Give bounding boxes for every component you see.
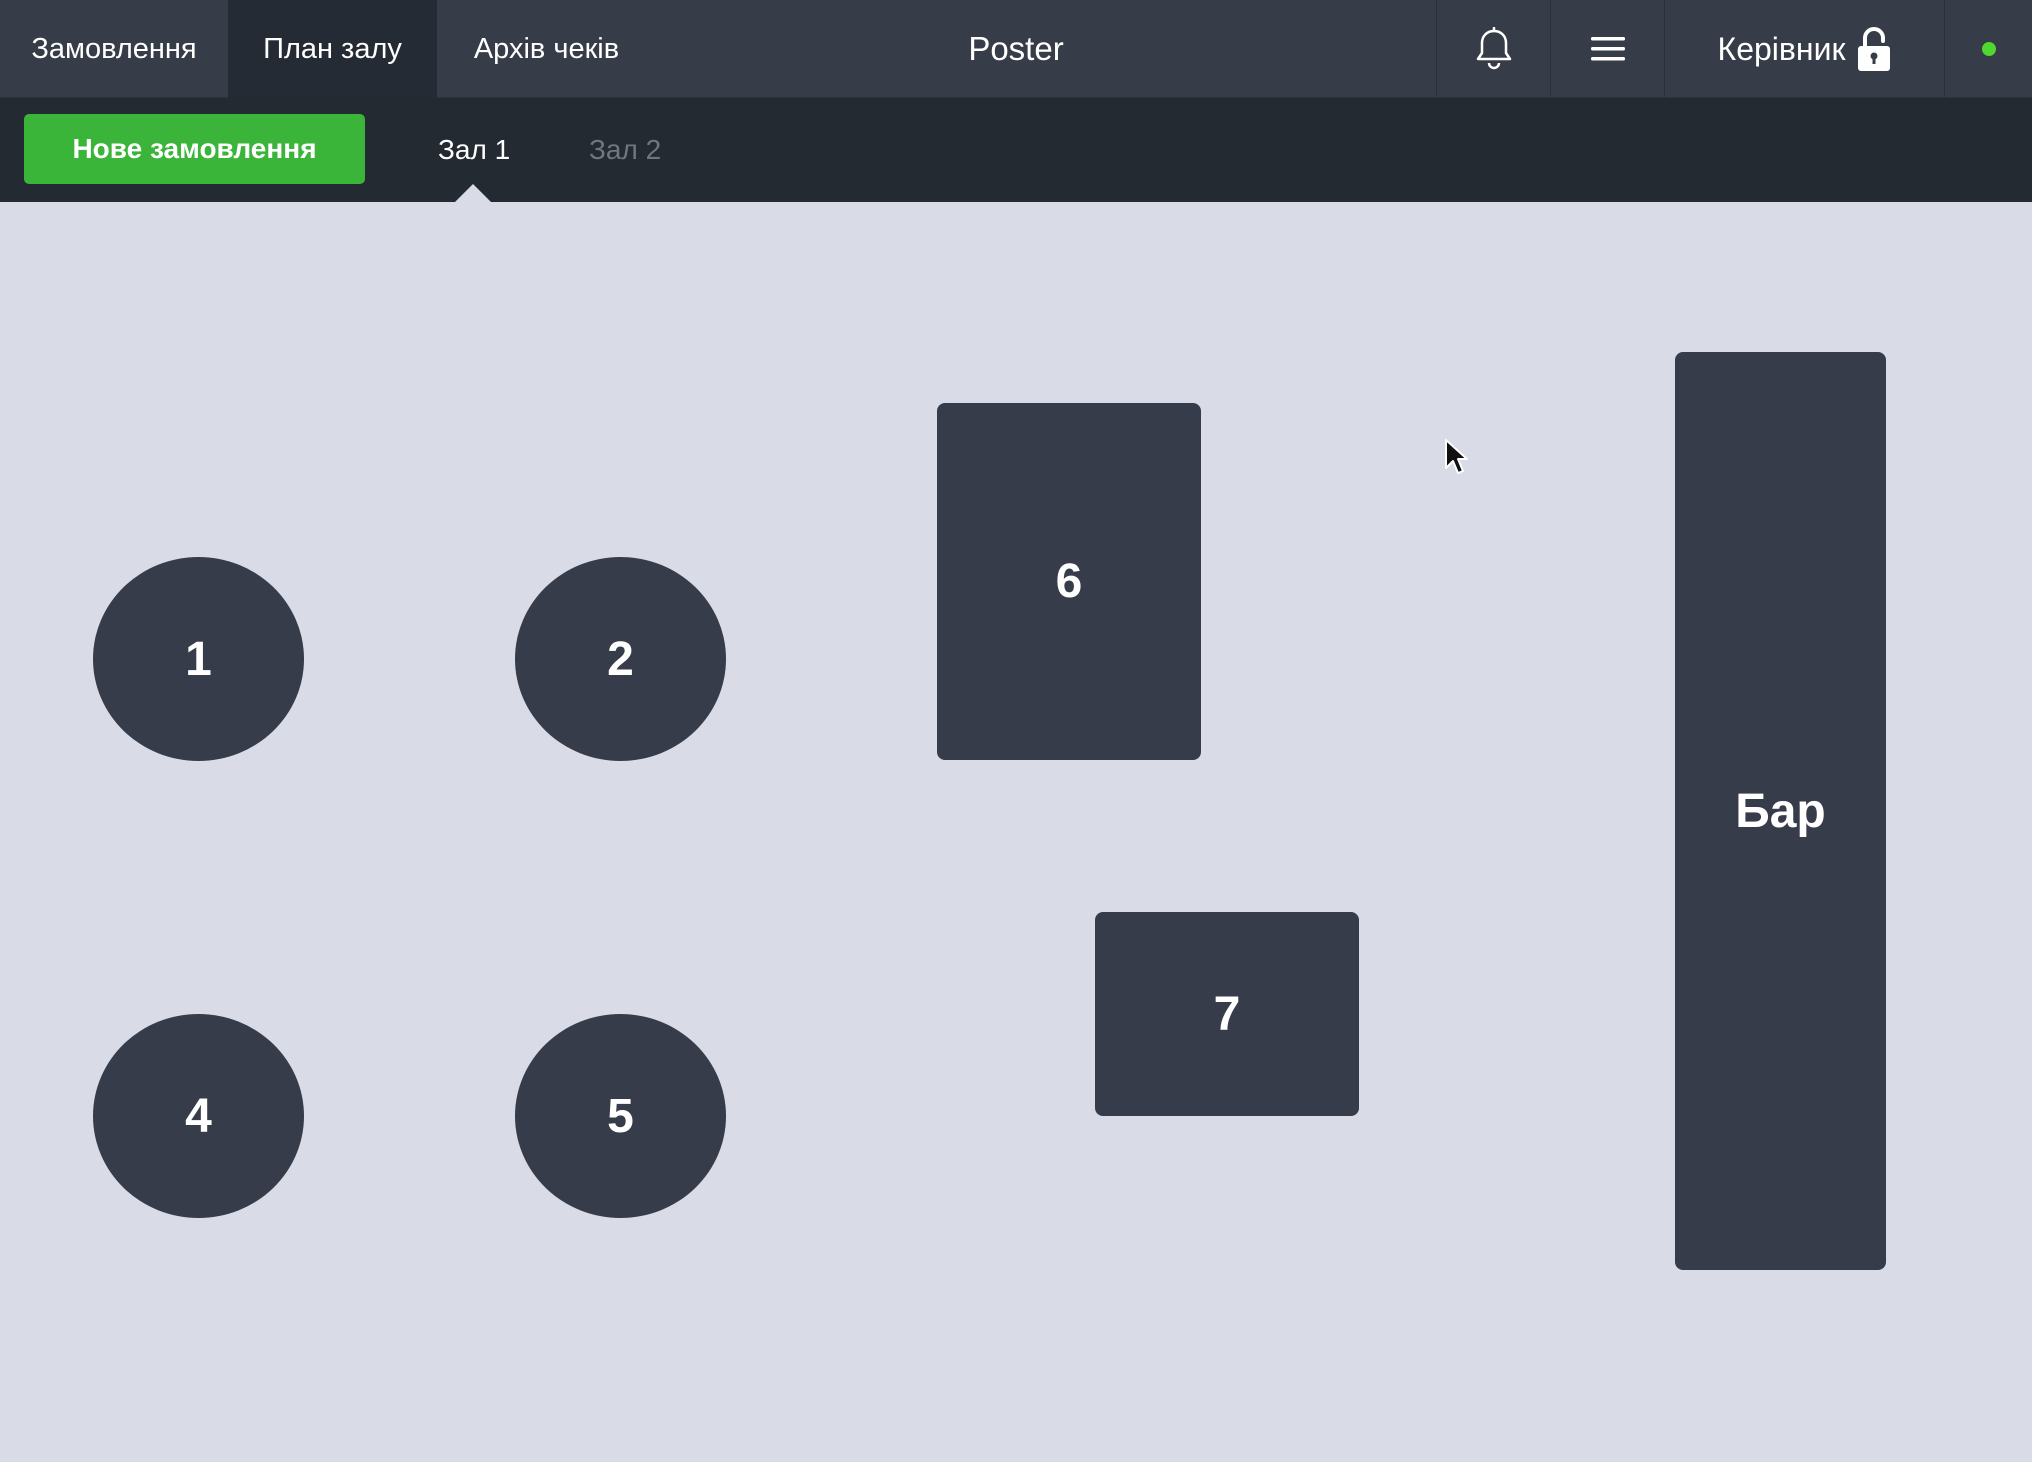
- floor-plan: 1 2 4 5 6 7 Бар: [0, 202, 2032, 1462]
- new-order-button[interactable]: Нове замовлення: [24, 114, 365, 184]
- hamburger-menu-icon: [1590, 37, 1625, 61]
- table-7[interactable]: 7: [1095, 912, 1359, 1116]
- table-bar[interactable]: Бар: [1675, 352, 1886, 1270]
- app-title: Poster: [968, 30, 1064, 67]
- notifications-button[interactable]: [1436, 0, 1550, 98]
- user-role-label: Керівник: [1717, 30, 1846, 67]
- user-account-button[interactable]: Керівник: [1664, 0, 1944, 98]
- tab-floor-plan[interactable]: План залу: [228, 0, 437, 98]
- top-right-controls: Керівник: [1436, 0, 2032, 98]
- table-2[interactable]: 2: [515, 557, 726, 761]
- menu-button[interactable]: [1550, 0, 1664, 98]
- mouse-cursor-icon: [1445, 439, 1468, 474]
- table-4[interactable]: 4: [93, 1014, 304, 1218]
- table-1[interactable]: 1: [93, 557, 304, 761]
- bell-icon: [1476, 27, 1511, 70]
- top-navigation-bar: Замовлення План залу Архів чеків Poster …: [0, 0, 2032, 98]
- tab-orders[interactable]: Замовлення: [0, 0, 228, 98]
- table-6[interactable]: 6: [937, 403, 1201, 760]
- tab-hall-2[interactable]: Зал 2: [589, 98, 661, 202]
- tab-receipts-archive[interactable]: Архів чеків: [437, 0, 656, 98]
- connection-status: [1944, 0, 2032, 98]
- unlocked-padlock-icon: [1858, 27, 1891, 71]
- table-5[interactable]: 5: [515, 1014, 726, 1218]
- online-status-dot: [1981, 42, 1996, 56]
- hall-toolbar: Нове замовлення Зал 1 Зал 2: [0, 98, 2032, 202]
- active-hall-indicator: [455, 184, 491, 202]
